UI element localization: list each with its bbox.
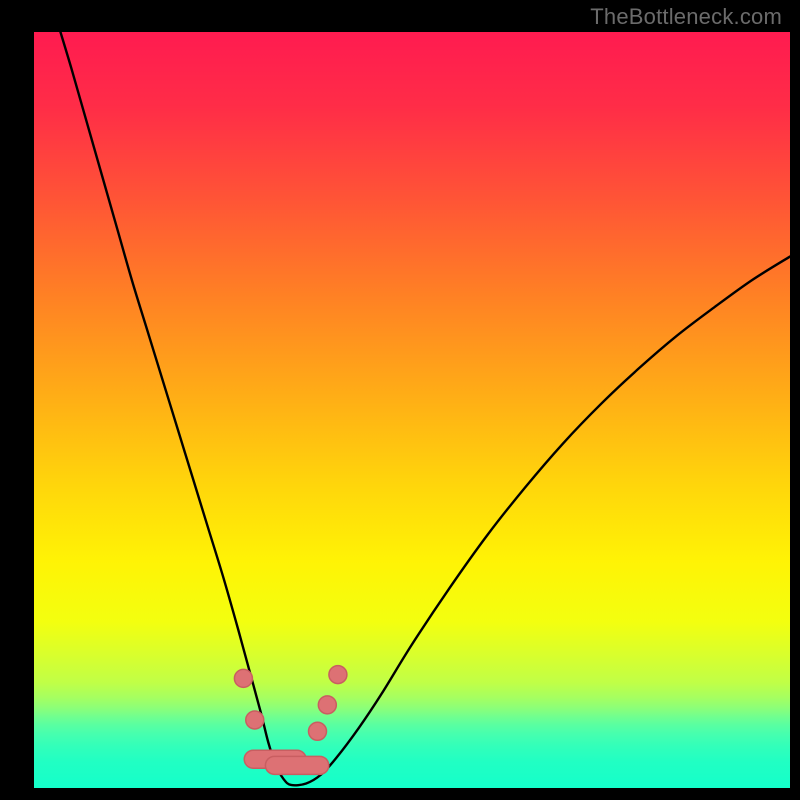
- marker-dot: [246, 711, 264, 729]
- chart-svg: [0, 0, 800, 800]
- marker-dot: [318, 696, 336, 714]
- chart-stage: TheBottleneck.com: [0, 0, 800, 800]
- marker-dot: [309, 722, 327, 740]
- marker-dot: [329, 666, 347, 684]
- marker-dot: [234, 669, 252, 687]
- marker-sausage: [265, 756, 328, 774]
- watermark: TheBottleneck.com: [590, 4, 782, 30]
- plot-background: [34, 32, 790, 788]
